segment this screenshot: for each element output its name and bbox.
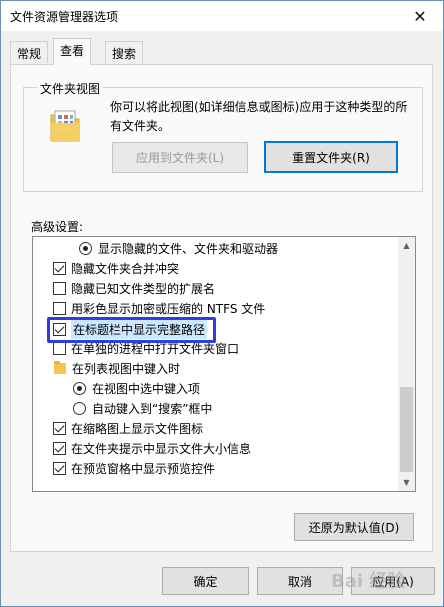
checkbox[interactable] — [53, 281, 66, 295]
list-item-label: 自动键入到“搜索”框中 — [92, 401, 213, 416]
list-item-label: 隐藏文件夹合并冲突 — [71, 261, 180, 276]
list-item-label: 在缩略图上显示文件图标 — [71, 421, 204, 436]
list-item-label: 在列表视图中键入时 — [72, 361, 181, 376]
list-item-full-path-titlebar[interactable]: 在标题栏中显示完整路径 — [53, 319, 415, 339]
folder-views-description: 你可以将此视图(如详细信息或图标)应用于这种类型的所有文件夹。 — [110, 100, 408, 133]
scroll-up-icon[interactable]: ▲ — [398, 237, 415, 254]
list-item-label: 在标题栏中显示完整路径 — [71, 319, 208, 339]
list-item-hide-merge-conflicts[interactable]: 隐藏文件夹合并冲突 — [53, 258, 415, 278]
scroll-down-icon[interactable]: ▼ — [398, 474, 415, 491]
advanced-settings-list[interactable]: 显示隐藏的文件、文件夹和驱动器 隐藏文件夹合并冲突 隐藏已知文件类型的扩展名 用… — [32, 236, 416, 492]
list-item-type-into-search[interactable]: 自动键入到“搜索”框中 — [73, 398, 415, 418]
list-item-thumbnail-icons[interactable]: 在缩略图上显示文件图标 — [53, 418, 415, 438]
list-item-select-typed-item[interactable]: 在视图中选中键入项 — [73, 378, 415, 398]
file-explorer-options-dialog: 文件资源管理器选项 ✕ 常规 查看 搜索 文件夹视图 你可以将此视图(如详细信息… — [0, 0, 444, 607]
list-item-hide-extensions[interactable]: 隐藏已知文件类型的扩展名 — [53, 278, 415, 298]
list-item-typing-in-list-view: 在列表视图中键入时 — [54, 358, 415, 378]
list-item-folder-tips-size[interactable]: 在文件夹提示中显示文件大小信息 — [53, 438, 415, 458]
list-item-show-hidden[interactable]: 显示隐藏的文件、文件夹和驱动器 — [79, 238, 415, 258]
checkbox[interactable] — [53, 261, 66, 275]
list-item-label: 隐藏已知文件类型的扩展名 — [71, 281, 216, 296]
ok-button[interactable]: 确定 — [162, 567, 249, 595]
folder-views-title: 文件夹视图 — [37, 80, 104, 97]
reset-folders-button[interactable]: 重置文件夹(R) — [264, 141, 398, 173]
checkbox[interactable] — [53, 441, 66, 455]
cancel-button[interactable]: 取消 — [257, 567, 343, 595]
title-bar: 文件资源管理器选项 ✕ — [1, 1, 443, 31]
list-item-label: 在文件夹提示中显示文件大小信息 — [71, 441, 252, 456]
apply-to-folders-button[interactable]: 应用到文件夹(L) — [112, 142, 248, 173]
checkbox[interactable] — [53, 301, 66, 315]
checkbox[interactable] — [53, 461, 66, 475]
radio-button[interactable] — [73, 401, 86, 415]
tab-search[interactable]: 搜索 — [105, 41, 144, 63]
list-item-preview-handlers[interactable]: 在预览窗格中显示预览控件 — [53, 458, 415, 478]
list-item-separate-process[interactable]: 在单独的进程中打开文件夹窗口 — [53, 338, 415, 358]
list-item-label: 显示隐藏的文件、文件夹和驱动器 — [98, 241, 279, 256]
advanced-settings-label: 高级设置: — [31, 220, 84, 234]
checkbox[interactable] — [53, 322, 66, 336]
checkbox[interactable] — [53, 341, 66, 355]
tab-view[interactable]: 查看 — [53, 38, 92, 65]
folder-icon — [54, 360, 66, 374]
list-item-label: 在单独的进程中打开文件夹窗口 — [71, 341, 240, 356]
folder-view-icon — [50, 110, 80, 142]
list-item-label: 用彩色显示加密或压缩的 NTFS 文件 — [71, 301, 266, 316]
list-item-color-ntfs[interactable]: 用彩色显示加密或压缩的 NTFS 文件 — [53, 298, 415, 318]
apply-button[interactable]: 应用(A) — [351, 567, 435, 595]
radio-button[interactable] — [79, 241, 92, 255]
window-title: 文件资源管理器选项 — [10, 10, 119, 24]
close-button[interactable]: ✕ — [403, 3, 437, 29]
tab-general[interactable]: 常规 — [10, 41, 49, 63]
scrollbar-thumb[interactable] — [400, 387, 413, 472]
list-item-label: 在预览窗格中显示预览控件 — [71, 461, 216, 476]
radio-button[interactable] — [73, 381, 86, 395]
list-item-label: 在视图中选中键入项 — [92, 381, 201, 396]
vertical-scrollbar[interactable]: ▲ ▼ — [398, 237, 415, 491]
checkbox[interactable] — [53, 421, 66, 435]
restore-defaults-button[interactable]: 还原为默认值(D) — [294, 513, 414, 541]
